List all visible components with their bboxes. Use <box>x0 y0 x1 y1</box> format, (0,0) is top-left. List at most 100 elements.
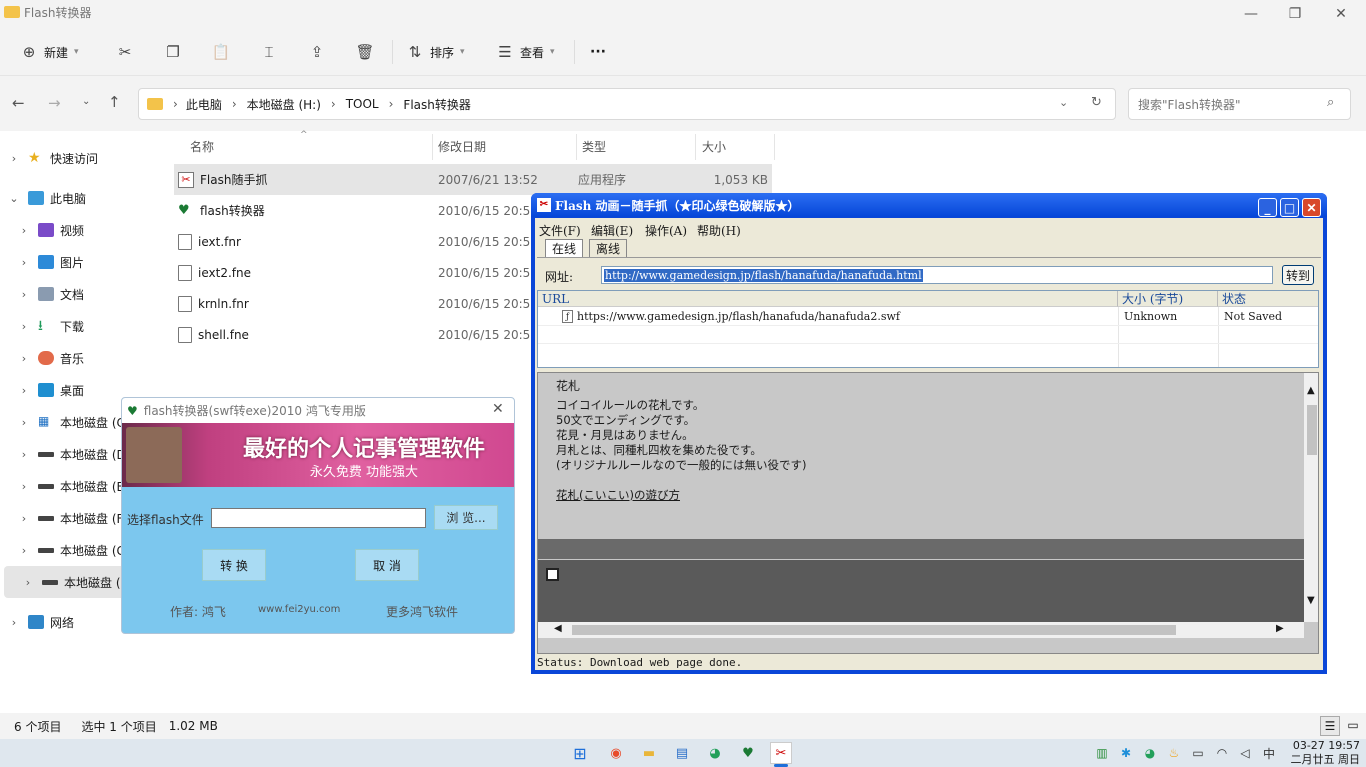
list-row-url[interactable]: ƒ https://www.gamedesign.jp/flash/hanafu… <box>558 308 1118 324</box>
converter-close-button[interactable]: ✕ <box>492 401 504 417</box>
sidebar-item-videos[interactable]: › 视频 <box>0 214 158 246</box>
file-path-input[interactable] <box>211 508 426 528</box>
back-arrow-icon[interactable]: ← <box>12 94 25 112</box>
file-row[interactable]: ✂ Flash随手抓 2007/6/21 13:52 应用程序 1,053 KB <box>174 164 772 195</box>
h-scroll-thumb[interactable] <box>572 625 1176 635</box>
breadcrumb-current[interactable]: Flash转换器 <box>403 96 470 113</box>
tab-online[interactable]: 在线 <box>545 239 584 257</box>
page-link[interactable]: 花札(こいこい)の遊び方 <box>556 488 1296 503</box>
grabber-close-button[interactable]: ✕ <box>1302 198 1321 217</box>
close-button[interactable]: ✕ <box>1318 0 1364 28</box>
more-software-link[interactable]: 更多鸿飞软件 <box>386 603 458 620</box>
grabber-minimize-button[interactable]: _ <box>1258 198 1277 217</box>
sidebar-label: 本地磁盘 (C <box>60 415 125 430</box>
browser-icon[interactable]: ◉ <box>605 742 627 764</box>
minimize-button[interactable]: — <box>1228 0 1274 28</box>
column-header-type[interactable]: 类型 <box>582 138 606 156</box>
scroll-left-icon[interactable]: ◀ <box>554 623 562 634</box>
chevron-right-icon: › <box>11 615 17 629</box>
recent-chevron-icon[interactable]: ⌄ <box>82 96 90 107</box>
notepad-icon[interactable]: ▤ <box>671 742 693 764</box>
column-divider[interactable] <box>576 134 577 160</box>
tray-app-icon[interactable]: ▥ <box>1093 744 1111 762</box>
sort-ascending-icon: ^ <box>300 130 308 140</box>
paste-button[interactable]: 📋 <box>212 40 231 64</box>
column-divider[interactable] <box>774 134 775 160</box>
convert-button[interactable]: 转 换 <box>202 549 266 581</box>
view-button[interactable]: ☰ 查看 ▾ <box>496 40 554 64</box>
address-bar[interactable]: › 此电脑 › 本地磁盘 (H:) › TOOL › Flash转换器 ⌄ ↻ <box>138 88 1116 120</box>
tray-security-icon[interactable]: ✱ <box>1117 744 1135 762</box>
sidebar-item-this-pc[interactable]: ⌄ 此电脑 <box>0 182 158 214</box>
breadcrumb-tool[interactable]: TOOL <box>346 97 379 111</box>
copy-button[interactable]: ❐ <box>164 40 182 64</box>
url-label: 网址: <box>545 270 574 284</box>
url-input[interactable]: http://www.gamedesign.jp/flash/hanafuda/… <box>601 266 1273 284</box>
share-button[interactable]: ⇪ <box>308 40 326 64</box>
list-url: https://www.gamedesign.jp/flash/hanafuda… <box>577 309 900 323</box>
clock[interactable]: 03-27 19:57 二月廿五 周日 <box>1280 739 1361 767</box>
horizontal-scrollbar[interactable]: ◀ ▶ <box>538 622 1304 638</box>
search-box[interactable]: 搜索"Flash转换器" ⌕ <box>1128 88 1351 120</box>
sidebar-item-quick-access[interactable]: › ★ 快速访问 <box>0 142 158 174</box>
menu-help[interactable]: 帮助(H) <box>697 222 741 239</box>
tab-offline[interactable]: 离线 <box>589 239 628 257</box>
menu-action[interactable]: 操作(A) <box>645 222 687 239</box>
wechat-icon[interactable]: ◕ <box>704 742 726 764</box>
column-header-name[interactable]: 名称 <box>190 138 214 156</box>
scroll-down-icon[interactable]: ▼ <box>1307 595 1315 606</box>
wifi-icon[interactable]: ◠ <box>1213 744 1231 762</box>
more-button[interactable]: ··· <box>590 40 606 64</box>
grabber-titlebar: ✂ Flash 动画－随手抓（★印心绿色破解版★） _ □ ✕ <box>531 193 1327 217</box>
scroll-up-icon[interactable]: ▲ <box>1307 385 1315 396</box>
tiles-view-icon[interactable]: ▭ <box>1343 716 1363 736</box>
maximize-button[interactable]: ❐ <box>1272 0 1318 28</box>
column-divider[interactable] <box>432 134 433 160</box>
website-link[interactable]: www.fei2yu.com <box>258 604 340 615</box>
sidebar-item-pictures[interactable]: › 图片 <box>0 246 158 278</box>
sidebar-item-music[interactable]: › 音乐 <box>0 342 158 374</box>
tray-flame-icon[interactable]: ♨ <box>1165 744 1183 762</box>
grabber-maximize-button[interactable]: □ <box>1280 198 1299 217</box>
sidebar-item-documents[interactable]: › 文档 <box>0 278 158 310</box>
scroll-thumb[interactable] <box>1307 405 1317 455</box>
column-header-date[interactable]: 修改日期 <box>438 138 486 156</box>
delete-button[interactable]: 🗑 <box>355 40 374 64</box>
clock-time: 03-27 19:57 <box>1292 739 1360 752</box>
breadcrumb-drive-h[interactable]: 本地磁盘 (H:) <box>247 96 321 113</box>
refresh-icon[interactable]: ↻ <box>1091 95 1102 110</box>
flash-grabber-icon[interactable]: ✂ <box>770 742 792 764</box>
tray-wechat-icon[interactable]: ◕ <box>1141 744 1159 762</box>
volume-icon[interactable]: ◁ <box>1236 744 1254 762</box>
cut-button[interactable]: ✂ <box>116 40 134 64</box>
browse-button[interactable]: 浏 览... <box>434 505 498 530</box>
start-icon[interactable]: ⊞ <box>569 742 591 764</box>
flash-converter-icon[interactable]: ♥ <box>737 742 759 764</box>
menu-edit[interactable]: 编辑(E) <box>591 222 633 239</box>
new-button[interactable]: ⊕ 新建 ▾ <box>20 40 79 64</box>
ad-banner[interactable]: 最好的个人记事管理软件 永久免费 功能强大 <box>122 423 514 487</box>
up-arrow-icon[interactable]: ↑ <box>108 93 121 111</box>
scroll-right-icon[interactable]: ▶ <box>1276 623 1284 634</box>
sidebar-item-downloads[interactable]: › ⭳ 下载 <box>0 310 158 342</box>
breadcrumb-this-pc[interactable]: 此电脑 <box>186 96 222 113</box>
vertical-scrollbar[interactable]: ▲ ▼ <box>1304 373 1318 622</box>
history-dropdown-icon[interactable]: ⌄ <box>1059 96 1068 109</box>
cancel-button[interactable]: 取 消 <box>355 549 419 581</box>
list-header-size[interactable]: 大小 (字节) <box>1118 291 1218 307</box>
forward-arrow-icon[interactable]: → <box>48 94 61 112</box>
view-list-icon: ☰ <box>498 43 512 61</box>
column-divider[interactable] <box>695 134 696 160</box>
list-header-url[interactable]: URL <box>538 291 1118 307</box>
list-header-state[interactable]: 状态 <box>1218 291 1318 307</box>
tray-battery-icon[interactable]: ▭ <box>1189 744 1207 762</box>
sidebar-label: 此电脑 <box>50 191 87 206</box>
rename-button[interactable]: ⌶ <box>260 40 278 64</box>
file-explorer-icon[interactable]: ▬ <box>638 742 660 764</box>
menu-file[interactable]: 文件(F) <box>539 222 581 239</box>
go-button[interactable]: 转到 <box>1282 265 1314 285</box>
column-header-size[interactable]: 大小 <box>702 138 726 156</box>
details-view-icon[interactable]: ☰ <box>1320 716 1340 736</box>
sort-button[interactable]: ⇅ 排序 ▾ <box>406 40 465 64</box>
ime-indicator[interactable]: 中 <box>1260 744 1278 762</box>
